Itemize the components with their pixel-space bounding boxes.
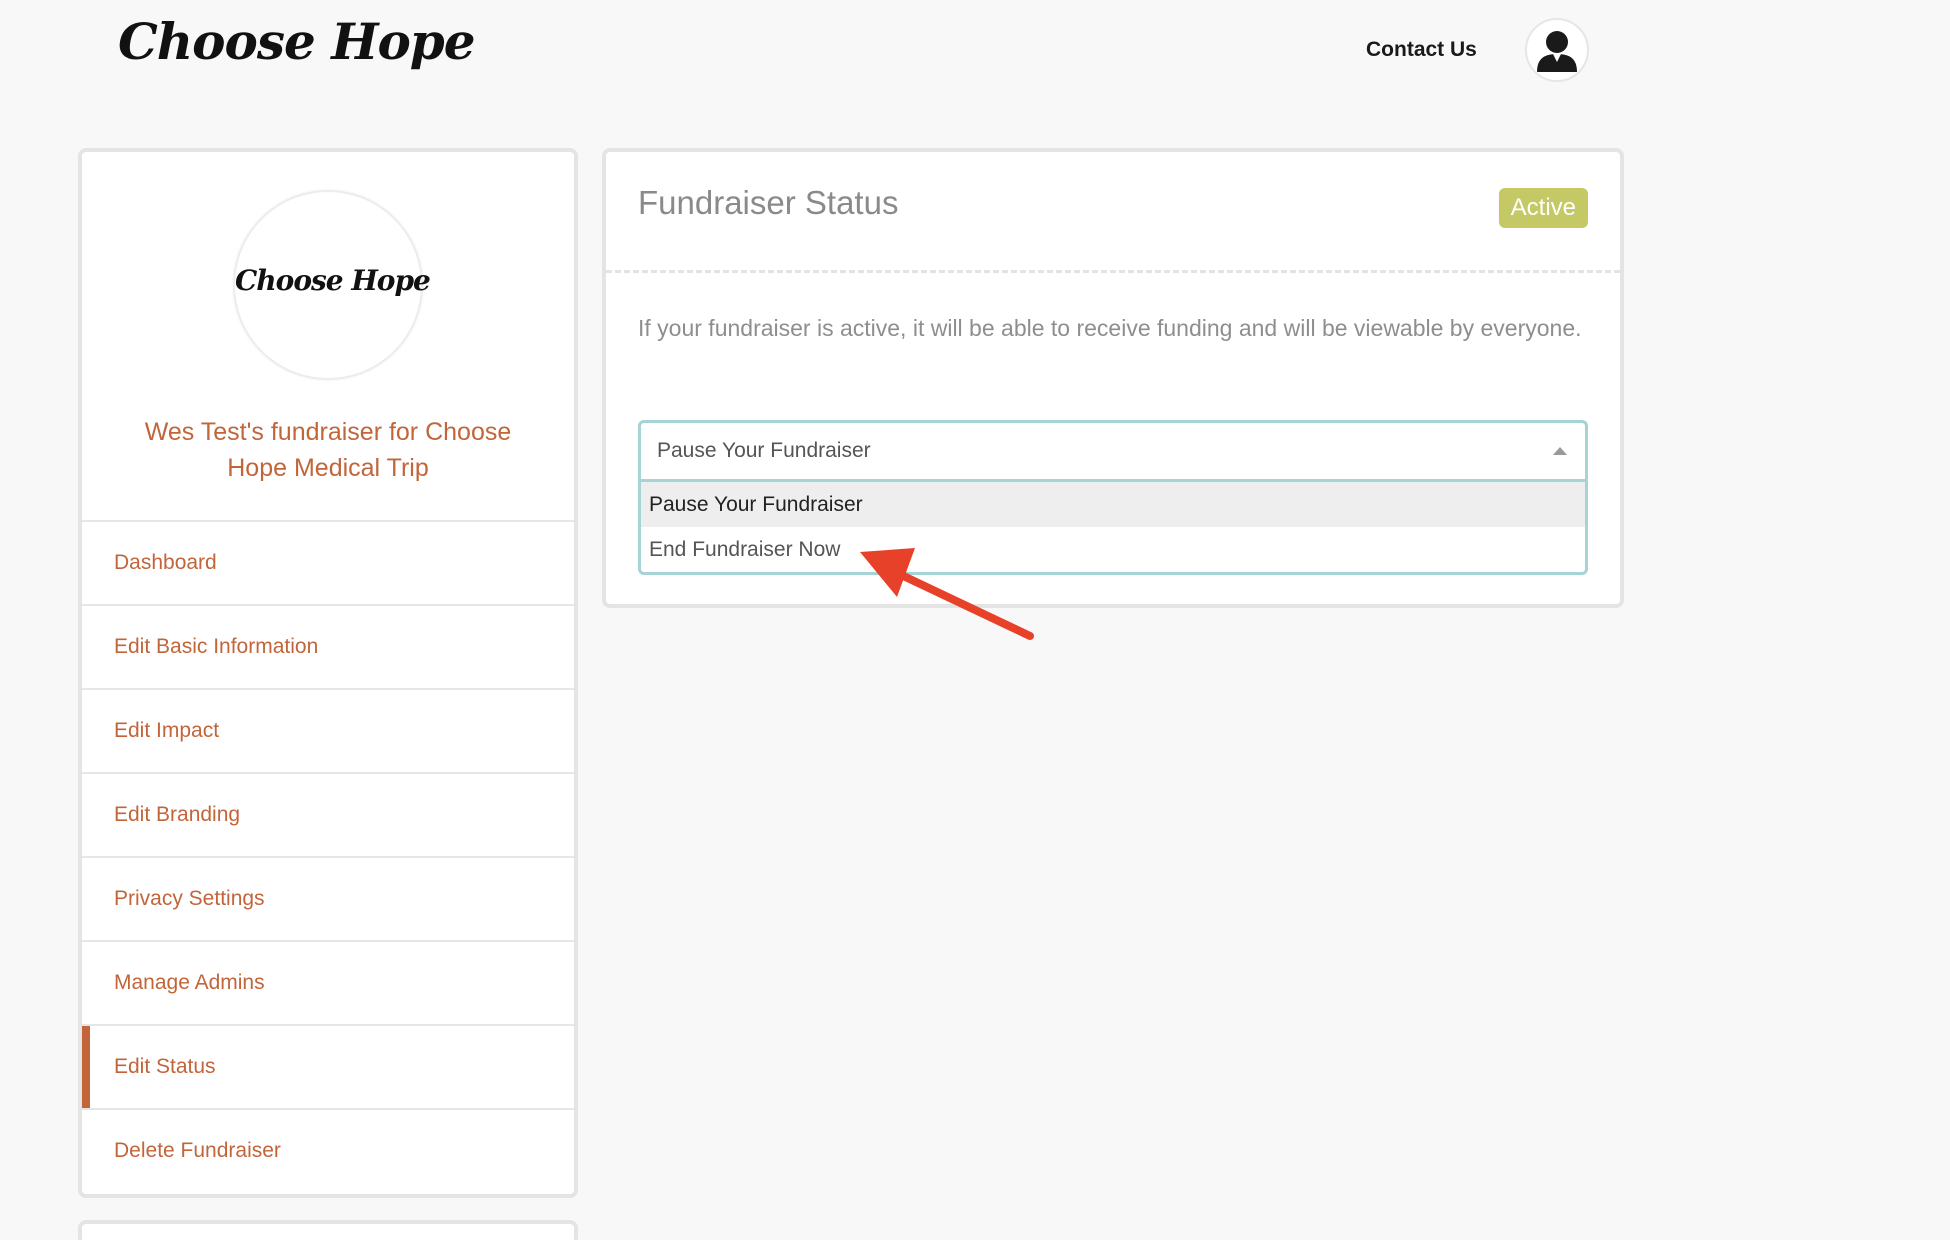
caret-up-icon: [1553, 447, 1567, 455]
sidebar-nav: Dashboard Edit Basic Information Edit Im…: [82, 520, 574, 1192]
sidebar-item-dashboard[interactable]: Dashboard: [82, 520, 574, 604]
option-pause-fundraiser[interactable]: Pause Your Fundraiser: [641, 482, 1585, 527]
fundraiser-logo: Choose Hope: [233, 190, 431, 380]
panel-title: Fundraiser Status: [638, 184, 899, 221]
user-avatar-button[interactable]: [1525, 18, 1589, 82]
status-select-value: Pause Your Fundraiser: [657, 439, 871, 462]
status-description: If your fundraiser is active, it will be…: [638, 315, 1582, 341]
fundraiser-title: Wes Test's fundraiser for Choose Hope Me…: [144, 418, 512, 482]
sidebar-item-delete-fundraiser[interactable]: Delete Fundraiser: [82, 1108, 574, 1192]
contact-us-link[interactable]: Contact Us: [1366, 38, 1477, 62]
sidebar-item-edit-basic-information[interactable]: Edit Basic Information: [82, 604, 574, 688]
sidebar-item-edit-impact[interactable]: Edit Impact: [82, 688, 574, 772]
site-logo[interactable]: Choose Hope: [118, 12, 476, 71]
fundraiser-sidebar: Choose Hope Wes Test's fundraiser for Ch…: [78, 148, 578, 1198]
status-select-dropdown: Pause Your Fundraiser End Fundraiser Now: [638, 482, 1588, 575]
fundraiser-status-panel: Fundraiser Status Active If your fundrai…: [602, 148, 1624, 608]
fundraiser-logo-text: Choose Hope: [235, 264, 431, 297]
option-end-fundraiser-now[interactable]: End Fundraiser Now: [641, 527, 1585, 572]
next-card-edge: [78, 1220, 578, 1240]
status-select[interactable]: Pause Your Fundraiser: [638, 420, 1588, 482]
top-header: Choose Hope Contact Us: [0, 0, 1950, 110]
status-badge: Active: [1498, 188, 1588, 228]
user-icon: [1537, 31, 1577, 72]
sidebar-item-edit-branding[interactable]: Edit Branding: [82, 772, 574, 856]
sidebar-item-manage-admins[interactable]: Manage Admins: [82, 940, 574, 1024]
sidebar-item-privacy-settings[interactable]: Privacy Settings: [82, 856, 574, 940]
sidebar-item-edit-status[interactable]: Edit Status: [82, 1024, 574, 1108]
divider: [606, 270, 1620, 273]
